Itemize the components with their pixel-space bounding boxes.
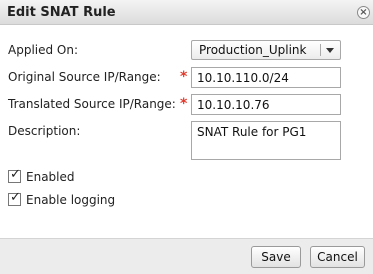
save-button[interactable]: Save xyxy=(251,246,301,268)
translated-source-input[interactable] xyxy=(191,94,341,115)
original-source-input[interactable] xyxy=(191,67,341,88)
chevron-down-icon[interactable] xyxy=(326,48,334,53)
dialog-titlebar[interactable]: Edit SNAT Rule × xyxy=(0,0,373,25)
required-asterisk: * xyxy=(180,69,188,85)
close-icon[interactable]: × xyxy=(357,6,370,19)
original-source-label: Original Source IP/Range: xyxy=(8,70,161,84)
dialog-title: Edit SNAT Rule xyxy=(7,5,116,20)
enable-logging-label[interactable]: Enable logging xyxy=(26,193,115,207)
applied-on-dropdown[interactable]: Production_Uplink xyxy=(191,40,341,60)
applied-on-label: Applied On: xyxy=(8,43,79,57)
required-asterisk: * xyxy=(180,96,188,112)
checkmark-icon: ✓ xyxy=(10,167,21,182)
checkmark-icon: ✓ xyxy=(10,190,21,205)
applied-on-value: Production_Uplink xyxy=(199,43,307,57)
cancel-button[interactable]: Cancel xyxy=(310,246,365,268)
dropdown-divider xyxy=(320,44,321,56)
description-label: Description: xyxy=(8,124,81,138)
enable-logging-checkbox[interactable]: ✓ xyxy=(8,190,21,206)
description-textarea[interactable]: SNAT Rule for PG1 xyxy=(191,121,341,160)
enabled-checkbox[interactable]: ✓ xyxy=(8,167,21,183)
edit-snat-rule-dialog: Edit SNAT Rule × Applied On: Production_… xyxy=(0,0,373,274)
translated-source-label: Translated Source IP/Range: xyxy=(8,97,176,111)
enabled-label[interactable]: Enabled xyxy=(26,170,75,184)
